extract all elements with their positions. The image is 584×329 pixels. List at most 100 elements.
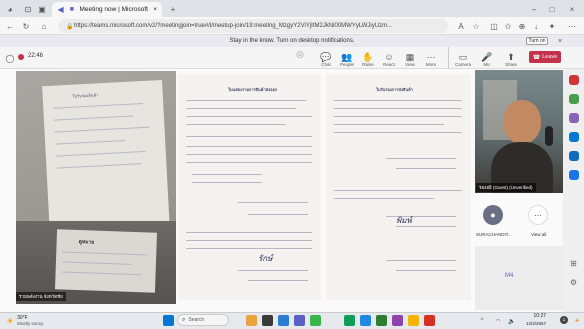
photo-rule xyxy=(61,271,142,276)
participant-face xyxy=(503,100,541,144)
tab-close-button[interactable]: × xyxy=(153,6,157,13)
photo-paper: ใบรับรองสินค้า xyxy=(42,79,170,237)
back-icon[interactable]: ← xyxy=(4,20,16,32)
toolbar-people-button[interactable]: 👥 People xyxy=(336,50,358,68)
device-camera-button[interactable]: ▭ Camera xyxy=(452,50,474,68)
toolbar-more-button[interactable]: ⋯ More xyxy=(420,50,442,68)
tab-actions-icon[interactable]: ▣ xyxy=(36,3,48,15)
tab-title: Meeting now | Microsoft Te xyxy=(79,6,150,13)
doc2-rule xyxy=(334,132,462,133)
device-label: Mic xyxy=(483,61,491,67)
device-label: Camera xyxy=(454,61,471,67)
stage-badge: M4 xyxy=(505,273,514,279)
sidebar-outlook-icon[interactable] xyxy=(568,151,579,161)
profile-icon[interactable]: ◕ xyxy=(4,3,16,15)
notification-count-badge[interactable]: 1 xyxy=(560,316,568,324)
toolbar-label: React xyxy=(383,61,395,67)
taskbar-app-edge[interactable] xyxy=(278,315,289,326)
doc1-rule xyxy=(186,124,286,125)
toolbar-label: Raise xyxy=(362,61,374,67)
taskbar-app-taskview[interactable] xyxy=(262,315,273,326)
minimize-button[interactable]: – xyxy=(528,3,540,15)
copilot-taskbar-icon[interactable]: ✦ xyxy=(571,315,583,327)
sidebar-drop-icon[interactable] xyxy=(568,170,579,180)
doc2-rule xyxy=(396,168,456,169)
browser-tab-strip: ◕ ⊡ ▣ ◀ ■ Meeting now | Microsoft Te × +… xyxy=(0,0,584,17)
refresh-icon[interactable]: ↻ xyxy=(20,20,32,32)
taskbar-app-teams[interactable] xyxy=(294,315,305,326)
view-all-button[interactable]: ⋯ xyxy=(528,205,548,225)
taskbar-search[interactable]: ⌕ Search xyxy=(177,314,229,326)
taskbar-app-line[interactable] xyxy=(310,315,321,326)
toolbar-view-button[interactable]: ▦ View xyxy=(399,50,421,68)
collections-bar-icon[interactable]: ⊕ xyxy=(516,20,528,32)
sidebar-layout-icon[interactable]: ⊞ xyxy=(569,259,579,269)
taskbar-app-word[interactable] xyxy=(360,315,371,326)
participant-video-tile[interactable] xyxy=(475,70,563,193)
taskbar-app-excel[interactable] xyxy=(376,315,387,326)
taskbar-app-widgets[interactable] xyxy=(246,315,257,326)
new-tab-button[interactable]: + xyxy=(167,3,179,15)
wifi-icon[interactable]: ◠ xyxy=(492,315,504,327)
doc1-rule xyxy=(248,214,308,215)
taskbar-app-explorer[interactable] xyxy=(408,315,419,326)
photo-lower-paper: ดูหมาย xyxy=(54,229,158,293)
maximize-button[interactable]: □ xyxy=(546,3,558,15)
address-bar[interactable]: 🔒 https://teams.microsoft.com/v2/?meetin… xyxy=(58,19,448,33)
doc1-rule xyxy=(186,108,296,109)
participant-avatar[interactable]: ● xyxy=(483,205,503,225)
toolbar-raise-button[interactable]: ✋ Raise xyxy=(357,50,379,68)
toolbar-react-button[interactable]: ☺ React xyxy=(378,50,400,68)
doc1-rule xyxy=(186,248,312,249)
start-button[interactable] xyxy=(163,315,174,326)
downloads-icon[interactable]: ↓ xyxy=(530,20,542,32)
sidebar-m365-icon[interactable] xyxy=(568,132,579,142)
phone-hangup-icon: ☎ xyxy=(532,54,541,61)
taskbar-app-chrome[interactable] xyxy=(344,315,355,326)
collections-icon[interactable]: ⊡ xyxy=(22,3,34,15)
favorite-icon[interactable]: ☆ xyxy=(470,20,482,32)
doc2-rule xyxy=(334,190,462,191)
device-mic-button[interactable]: 🎤 Mic xyxy=(476,50,498,68)
favorites-icon[interactable]: ✩ xyxy=(502,20,514,32)
leave-button[interactable]: ☎ Leave xyxy=(529,51,561,63)
sidebar-shopping-icon[interactable] xyxy=(568,75,579,85)
presenter-name-tag: รวมพลังงาน จังหวัดชัย xyxy=(16,292,66,301)
photo-rule xyxy=(56,163,142,169)
taskbar-app-chrome-2[interactable] xyxy=(424,315,435,326)
taskbar-app-store[interactable] xyxy=(392,315,403,326)
browser-nav-bar: ← ↻ ⌂ 🔒 https://teams.microsoft.com/v2/?… xyxy=(0,17,584,35)
weather-widget[interactable]: ☀ 30°F Mostly sunny xyxy=(6,313,66,329)
doc1-rule xyxy=(186,116,312,117)
copilot-icon[interactable]: ✦ xyxy=(546,20,558,32)
doc2-rule xyxy=(386,158,456,159)
tray-chevron-icon[interactable]: ^ xyxy=(476,315,488,327)
home-icon[interactable]: ⌂ xyxy=(38,20,50,32)
clock[interactable]: 10:27 12/2/2567 xyxy=(526,313,546,327)
photo-rule xyxy=(62,251,148,256)
tab-teams-meeting[interactable]: ◀ ■ Meeting now | Microsoft Te × xyxy=(52,2,162,17)
doc1-rule xyxy=(192,182,262,183)
edge-sidebar: ⊞ ⚙ xyxy=(563,69,584,312)
toolbar-divider xyxy=(448,47,449,69)
photo-rule xyxy=(54,126,150,133)
toolbar-chat-button[interactable]: 💬 Chat xyxy=(315,50,337,68)
settings-more-icon[interactable]: ⋯ xyxy=(566,20,578,32)
sidebar-games-icon[interactable] xyxy=(568,113,579,123)
mic-icon: 🎤 xyxy=(481,51,493,62)
device-share-button[interactable]: ⬆ Share xyxy=(500,50,522,68)
chat-icon: 💬 xyxy=(320,51,332,62)
sidebar-tools-icon[interactable] xyxy=(568,94,579,104)
record-icon: ◎ xyxy=(296,49,304,59)
dismiss-notification-icon[interactable]: × xyxy=(554,35,566,47)
volume-icon[interactable]: 🔈 xyxy=(506,315,518,327)
close-window-button[interactable]: × xyxy=(566,3,578,15)
split-screen-icon[interactable]: ◫ xyxy=(488,20,500,32)
turn-on-notifications-button[interactable]: Turn on xyxy=(526,37,548,45)
sidebar-settings-icon[interactable]: ⚙ xyxy=(569,278,579,288)
device-controls: ▭ Camera 🎤 Mic ⬆ Share xyxy=(452,47,524,69)
read-aloud-icon[interactable]: A xyxy=(455,20,467,32)
doc1-rule xyxy=(186,100,306,101)
doc2-rule xyxy=(334,100,462,101)
doc1-rule xyxy=(248,280,308,281)
